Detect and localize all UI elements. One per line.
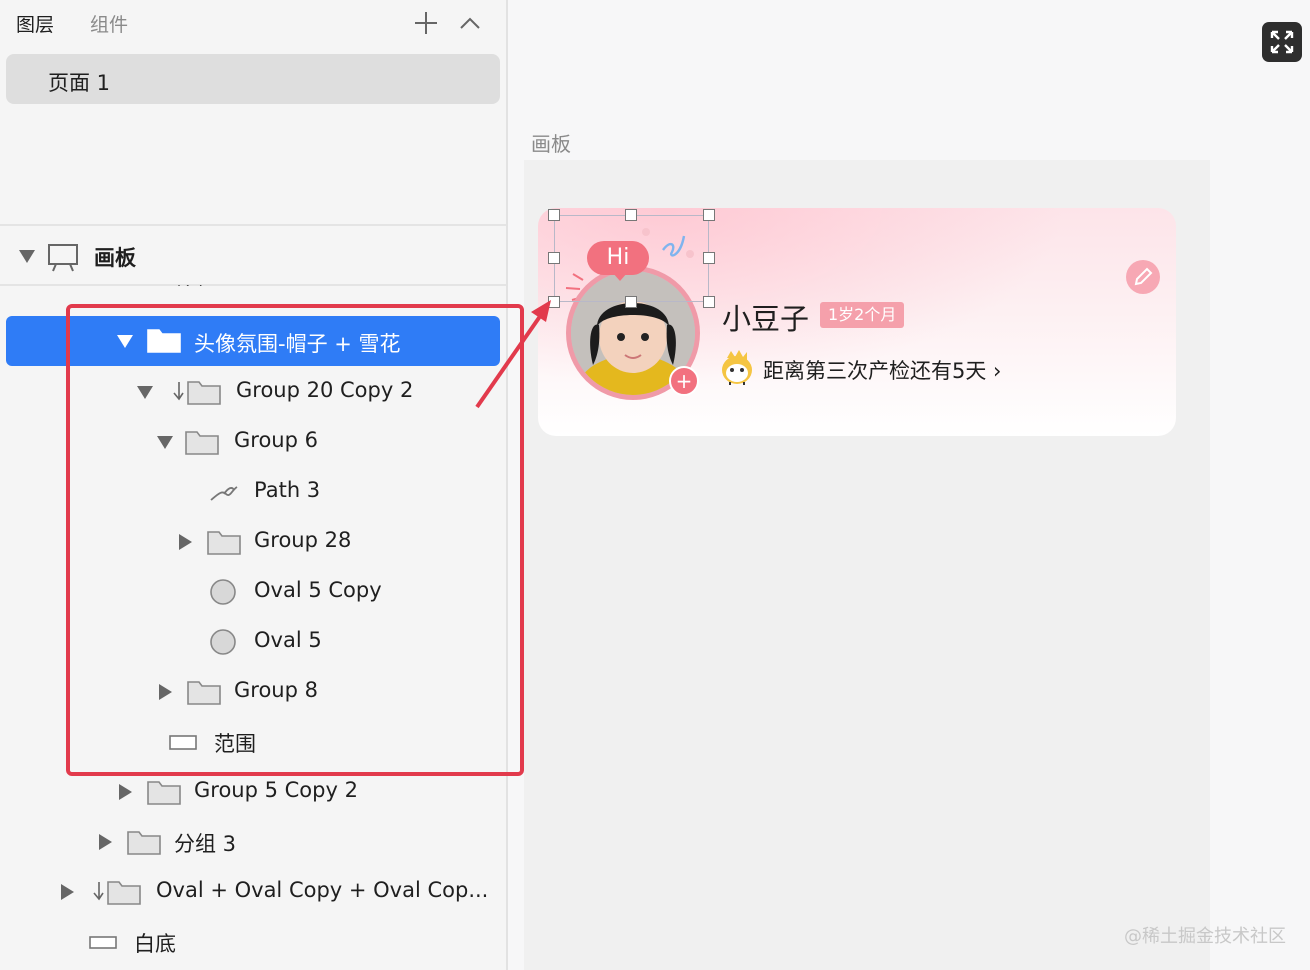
annotation-arrow: [475, 300, 551, 409]
watermark: @稀土掘金技术社区: [1124, 926, 1286, 947]
